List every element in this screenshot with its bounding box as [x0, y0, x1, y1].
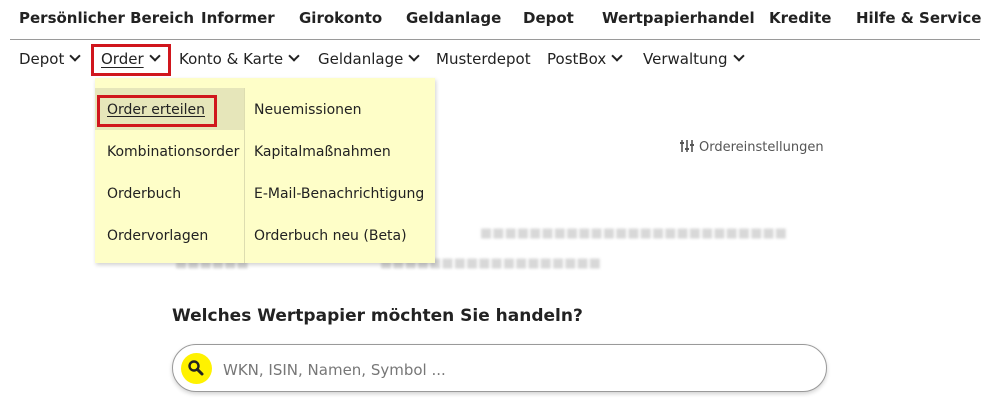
topnav-hilfe-service[interactable]: Hilfe & Service: [856, 9, 981, 27]
chevron-down-icon: [69, 50, 82, 62]
security-question-heading: Welches Wertpapier möchten Sie handeln?: [172, 306, 583, 326]
menu-orderbuch[interactable]: Orderbuch: [107, 186, 181, 202]
order-dropdown-menu: Order erteilen Kombinationsorder Orderbu…: [95, 78, 435, 263]
menu-kapitalmassnahmen[interactable]: Kapitalmaßnahmen: [254, 144, 391, 160]
subnav-order[interactable]: Order: [101, 50, 161, 68]
subnav-geldanlage[interactable]: Geldanlage: [318, 50, 421, 68]
chevron-down-icon: [732, 50, 745, 62]
menu-ordervorlagen[interactable]: Ordervorlagen: [107, 228, 208, 244]
subnav-order-label: Order: [101, 50, 144, 68]
menu-orderbuch-neu-beta[interactable]: Orderbuch neu (Beta): [254, 228, 407, 244]
topnav-girokonto[interactable]: Girokonto: [299, 9, 382, 27]
chevron-down-icon: [288, 50, 300, 62]
subnav-geldanlage-label: Geldanlage: [318, 50, 404, 68]
nav-divider: [10, 39, 980, 40]
blurred-text: ■■■■■■■■■■■■■■■■■■■■■■■■■: [480, 226, 788, 241]
menu-neuemissionen[interactable]: Neuemissionen: [254, 102, 362, 118]
subnav-musterdepot[interactable]: Musterdepot: [436, 50, 531, 68]
menu-email-benachrichtigung[interactable]: E-Mail-Benachrichtigung: [254, 186, 424, 202]
top-navigation: Persönlicher Bereich Informer Girokonto …: [0, 0, 999, 38]
topnav-kredite[interactable]: Kredite: [769, 9, 831, 27]
subnav-musterdepot-label: Musterdepot: [436, 50, 531, 68]
topnav-depot[interactable]: Depot: [523, 9, 574, 27]
topnav-persoenlicher-bereich[interactable]: Persönlicher Bereich: [19, 9, 194, 27]
sliders-icon: [680, 140, 694, 152]
subnav-verwaltung-label: Verwaltung: [643, 50, 728, 68]
subnav-depot-label: Depot: [19, 50, 65, 68]
security-search-input[interactable]: [221, 357, 815, 383]
menu-column-divider: [244, 88, 245, 263]
subnav-konto-karte-label: Konto & Karte: [179, 50, 284, 68]
chevron-down-icon: [408, 50, 421, 62]
topnav-informer[interactable]: Informer: [201, 9, 275, 27]
order-settings-label: Ordereinstellungen: [699, 140, 824, 155]
subnav-postbox-label: PostBox: [547, 50, 607, 68]
subnav-depot[interactable]: Depot: [19, 50, 82, 68]
subnav-konto-karte[interactable]: Konto & Karte: [179, 50, 300, 68]
chevron-down-icon: [611, 50, 623, 62]
menu-kombinationsorder[interactable]: Kombinationsorder: [107, 144, 239, 160]
security-search-box[interactable]: [172, 344, 827, 392]
magnifier-icon[interactable]: [181, 353, 212, 384]
subnav-postbox[interactable]: PostBox: [547, 50, 623, 68]
topnav-wertpapierhandel[interactable]: Wertpapierhandel: [602, 9, 755, 27]
topnav-geldanlage[interactable]: Geldanlage: [406, 9, 501, 27]
chevron-down-icon: [148, 50, 161, 62]
subnav-verwaltung[interactable]: Verwaltung: [643, 50, 745, 68]
order-settings-link[interactable]: Ordereinstellungen: [680, 139, 824, 155]
menu-order-erteilen[interactable]: Order erteilen: [107, 102, 205, 118]
